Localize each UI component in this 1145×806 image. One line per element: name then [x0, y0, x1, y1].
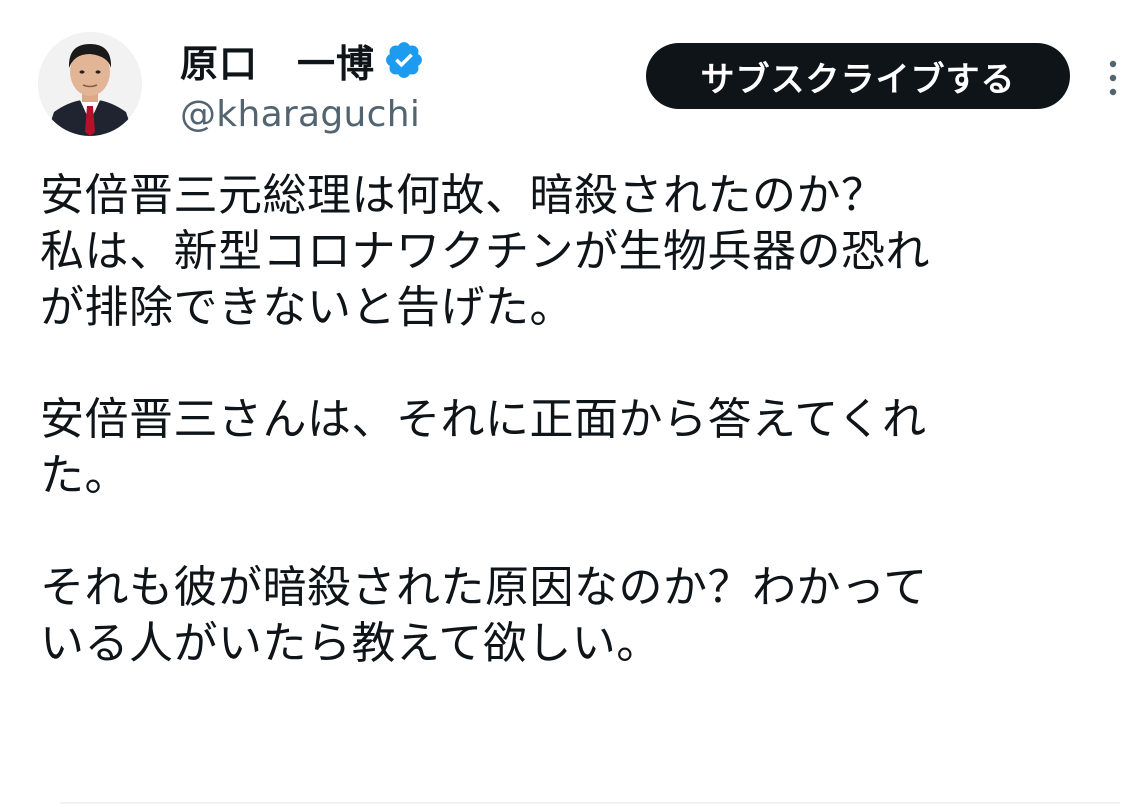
tweet-line: 安倍晋三元総理は何故、暗殺されたのか？ [40, 170, 886, 221]
tweet-line: それも彼が暗殺された原因なのか？わかって [40, 562, 928, 613]
divider [60, 802, 1120, 804]
author-name-row: 原口 一博 [180, 32, 425, 88]
handle[interactable]: @kharaguchi [180, 94, 425, 135]
avatar[interactable] [38, 32, 142, 136]
author-info: 原口 一博 @kharaguchi [180, 32, 425, 135]
verified-badge-icon[interactable] [383, 39, 425, 81]
tweet-line: いる人がいたら教えて欲しい。 [40, 618, 661, 669]
tweet-line: 安倍晋三さんは、それに正面から答えてくれ [40, 394, 927, 445]
tweet-line: が排除できないと告げた。 [40, 282, 574, 333]
tweet-paragraph: 安倍晋三元総理は何故、暗殺されたのか？ 私は、新型コロナワクチンが生物兵器の恐れ… [40, 168, 1110, 336]
more-vertical-icon[interactable] [1100, 58, 1126, 98]
tweet-line: 私は、新型コロナワクチンが生物兵器の恐れ [40, 226, 930, 277]
tweet-line: た。 [40, 450, 129, 501]
tweet-paragraph: 安倍晋三さんは、それに正面から答えてくれ た。 [40, 392, 1110, 504]
avatar-photo [38, 32, 142, 136]
subscribe-button[interactable]: サブスクライブする [646, 43, 1070, 109]
tweet-text: 安倍晋三元総理は何故、暗殺されたのか？ 私は、新型コロナワクチンが生物兵器の恐れ… [40, 168, 1110, 672]
display-name[interactable]: 原口 一博 [180, 33, 375, 88]
tweet-paragraph: それも彼が暗殺された原因なのか？わかって いる人がいたら教えて欲しい。 [40, 560, 1110, 672]
tweet: 原口 一博 @kharaguchi サブスクライブする 安倍晋三元総理は何故、暗… [0, 0, 1145, 806]
